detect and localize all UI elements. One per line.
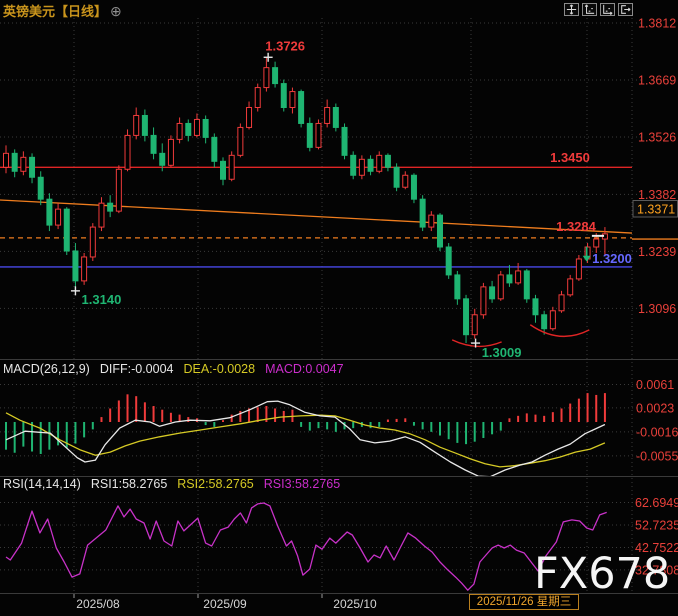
svg-text:1.3726: 1.3726 <box>265 38 305 53</box>
rsi2-value: RSI2:58.2765 <box>177 477 253 491</box>
svg-text:1.3200: 1.3200 <box>592 251 632 266</box>
svg-text:62.6949: 62.6949 <box>635 496 678 510</box>
price-axis: 1.3812 1.3669 1.3526 1.3382 1.3239 1.3096 1.33… <box>632 17 678 578</box>
axis-scale-right-icon <box>602 4 613 15</box>
macd-dea-value: DEA:-0.0028 <box>183 362 255 376</box>
titlebar: 英镑美元【日线】⊕ <box>3 1 122 20</box>
rsi1-value: RSI1:58.2765 <box>91 477 167 491</box>
macd-panel <box>5 393 606 477</box>
macd-header: MACD(26,12,9) DIFF:-0.0004 DEA:-0.0028 MACD… <box>3 362 354 376</box>
svg-text:1.3812: 1.3812 <box>638 17 676 31</box>
svg-text:2025/09: 2025/09 <box>203 597 247 611</box>
svg-text:1.3371: 1.3371 <box>637 203 675 217</box>
axis-scale-up-button[interactable] <box>582 3 597 16</box>
svg-text:-0.0016: -0.0016 <box>636 425 678 439</box>
add-indicator-icon[interactable]: ⊕ <box>110 3 122 19</box>
macd-params: MACD(26,12,9) <box>3 362 90 376</box>
svg-text:1.3140: 1.3140 <box>82 292 122 307</box>
chart-toolbar <box>564 3 633 16</box>
current-price-box: 1.3371 <box>633 201 678 218</box>
svg-text:1.3096: 1.3096 <box>638 302 676 316</box>
move-tool-button[interactable] <box>564 3 579 16</box>
svg-text:-0.0055: -0.0055 <box>636 449 678 463</box>
svg-text:0.0061: 0.0061 <box>636 378 674 392</box>
svg-text:1.3009: 1.3009 <box>482 345 522 360</box>
svg-text:2025/08: 2025/08 <box>76 597 120 611</box>
svg-text:1.3382: 1.3382 <box>638 188 676 202</box>
chart-window: 1.37261.31401.30091.34501.32841.32001.38… <box>0 0 678 616</box>
macd-diff-value: DIFF:-0.0004 <box>100 362 174 376</box>
axis-scale-right-button[interactable] <box>600 3 615 16</box>
svg-text:1.3239: 1.3239 <box>638 245 676 259</box>
time-axis: 2025/08 2025/09 2025/10 <box>74 594 377 611</box>
exit-chart-button[interactable] <box>618 3 633 16</box>
macd-value: MACD:0.0047 <box>265 362 344 376</box>
svg-text:52.7235: 52.7235 <box>635 519 678 533</box>
swing-annotations: 1.3726 1.3140 1.3009 1.3450 1.3284 1.3200 <box>71 38 632 360</box>
svg-text:1.3284: 1.3284 <box>556 219 597 234</box>
symbol-title: 英镑美元 <box>3 4 55 19</box>
watermark: FX678 <box>534 549 670 599</box>
price-panel: 1.3726 1.3140 1.3009 1.3450 1.3284 1.3200 <box>0 38 632 360</box>
axis-scale-up-icon <box>584 4 595 15</box>
svg-text:1.3526: 1.3526 <box>638 130 676 144</box>
rsi-params: RSI(14,14,14) <box>3 477 81 491</box>
rsi-panel <box>6 503 607 590</box>
svg-text:1.3669: 1.3669 <box>638 73 676 87</box>
rsi-header: RSI(14,14,14) RSI1:58.2765 RSI2:58.2765 RSI… <box>3 477 350 491</box>
svg-text:2025/10: 2025/10 <box>333 597 377 611</box>
rsi3-value: RSI3:58.2765 <box>264 477 340 491</box>
period-label: 【日线】 <box>55 4 107 19</box>
chart-canvas[interactable]: 1.37261.31401.30091.34501.32841.32001.38… <box>0 0 678 616</box>
move-icon <box>566 4 577 15</box>
svg-text:1.3450: 1.3450 <box>550 150 590 165</box>
svg-text:0.0023: 0.0023 <box>636 401 674 415</box>
exit-icon <box>620 4 631 15</box>
